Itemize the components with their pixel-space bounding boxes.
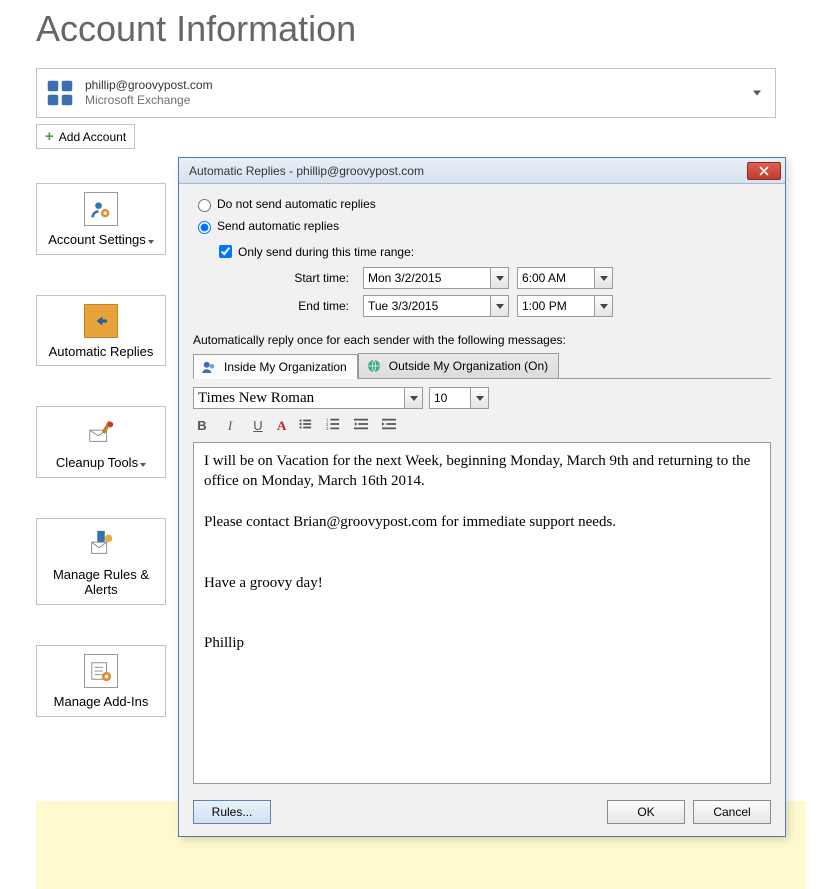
indent-button[interactable] xyxy=(380,417,398,434)
chevron-down-icon[interactable] xyxy=(470,388,488,408)
plus-icon: + xyxy=(45,128,54,145)
end-time-value: 1:00 PM xyxy=(522,299,567,313)
add-account-button[interactable]: + Add Account xyxy=(36,124,135,149)
automatic-replies-label: Automatic Replies xyxy=(41,344,161,360)
cleanup-tools-icon xyxy=(84,415,118,449)
font-name-value: Times New Roman xyxy=(198,390,314,407)
chevron-down-icon[interactable] xyxy=(594,268,612,288)
radio-do-not-send[interactable]: Do not send automatic replies xyxy=(193,196,771,212)
tab-outside-label: Outside My Organization (On) xyxy=(389,359,548,373)
chevron-down-icon xyxy=(148,240,154,244)
manage-addins-button[interactable]: Manage Add-Ins xyxy=(36,645,166,717)
only-range-label: Only send during this time range: xyxy=(238,245,414,259)
start-date-value: Mon 3/2/2015 xyxy=(368,271,441,285)
manage-rules-label: Manage Rules & Alerts xyxy=(41,567,161,598)
globe-icon xyxy=(365,357,383,375)
chevron-down-icon xyxy=(140,463,146,467)
reply-section-label: Automatically reply once for each sender… xyxy=(193,333,771,347)
tab-inside-org[interactable]: Inside My Organization xyxy=(193,354,358,379)
exchange-logo-icon xyxy=(45,78,75,108)
editor-toolbar: Times New Roman 10 B I U A 123 xyxy=(193,387,771,434)
end-time-combo[interactable]: 1:00 PM xyxy=(517,295,613,317)
manage-rules-icon xyxy=(84,527,118,561)
radio-send-input[interactable] xyxy=(198,221,211,234)
radio-do-not-send-input[interactable] xyxy=(198,199,211,212)
tab-inside-label: Inside My Organization xyxy=(224,360,347,374)
font-size-value: 10 xyxy=(434,391,447,405)
rules-button[interactable]: Rules... xyxy=(193,800,271,824)
sidebar: Account Settings Automatic Replies Clean… xyxy=(36,183,166,757)
bullet-list-button[interactable] xyxy=(296,417,314,434)
account-settings-label: Account Settings xyxy=(48,232,146,247)
manage-addins-label: Manage Add-Ins xyxy=(41,694,161,710)
manage-rules-button[interactable]: Manage Rules & Alerts xyxy=(36,518,166,605)
close-icon xyxy=(759,166,769,176)
account-settings-button[interactable]: Account Settings xyxy=(36,183,166,255)
reply-body-editor[interactable]: I will be on Vacation for the next Week,… xyxy=(193,442,771,784)
font-color-button[interactable]: A xyxy=(277,418,286,434)
font-name-combo[interactable]: Times New Roman xyxy=(193,387,423,409)
end-date-value: Tue 3/3/2015 xyxy=(368,299,438,313)
underline-button[interactable]: U xyxy=(249,418,267,433)
account-dropdown[interactable]: phillip@groovypost.com Microsoft Exchang… xyxy=(36,68,776,118)
reply-tabs: Inside My Organization Outside My Organi… xyxy=(193,353,771,379)
only-range-checkbox[interactable] xyxy=(219,245,232,258)
end-time-label: End time: xyxy=(215,299,355,313)
dialog-footer: Rules... OK Cancel xyxy=(179,792,785,836)
start-time-value: 6:00 AM xyxy=(522,271,566,285)
chevron-down-icon[interactable] xyxy=(490,296,508,316)
automatic-replies-dialog: Automatic Replies - phillip@groovypost.c… xyxy=(178,157,786,837)
page-title: Account Information xyxy=(36,8,816,50)
tab-outside-org[interactable]: Outside My Organization (On) xyxy=(358,353,559,378)
chevron-down-icon[interactable] xyxy=(490,268,508,288)
account-type: Microsoft Exchange xyxy=(85,93,213,108)
chevron-down-icon[interactable] xyxy=(594,296,612,316)
cancel-button[interactable]: Cancel xyxy=(693,800,771,824)
account-email: phillip@groovypost.com xyxy=(85,78,213,93)
radio-do-not-send-label: Do not send automatic replies xyxy=(217,197,376,211)
outdent-button[interactable] xyxy=(352,417,370,434)
start-time-label: Start time: xyxy=(215,271,355,285)
chevron-down-icon xyxy=(753,91,761,96)
end-date-combo[interactable]: Tue 3/3/2015 xyxy=(363,295,509,317)
people-icon xyxy=(200,358,218,376)
manage-addins-icon xyxy=(84,654,118,688)
automatic-replies-icon xyxy=(84,304,118,338)
font-size-combo[interactable]: 10 xyxy=(429,387,489,409)
radio-send[interactable]: Send automatic replies xyxy=(193,218,771,234)
only-range-checkbox-row[interactable]: Only send during this time range: xyxy=(215,242,771,261)
cleanup-tools-button[interactable]: Cleanup Tools xyxy=(36,406,166,478)
bold-button[interactable]: B xyxy=(193,418,211,433)
automatic-replies-button[interactable]: Automatic Replies xyxy=(36,295,166,367)
numbered-list-button[interactable]: 123 xyxy=(324,417,342,434)
ok-button[interactable]: OK xyxy=(607,800,685,824)
close-button[interactable] xyxy=(747,162,781,180)
chevron-down-icon[interactable] xyxy=(404,388,422,408)
account-settings-icon xyxy=(84,192,118,226)
add-account-label: Add Account xyxy=(59,130,126,144)
italic-button[interactable]: I xyxy=(221,418,239,434)
svg-text:3: 3 xyxy=(326,426,329,431)
start-date-combo[interactable]: Mon 3/2/2015 xyxy=(363,267,509,289)
radio-send-label: Send automatic replies xyxy=(217,219,339,233)
dialog-titlebar[interactable]: Automatic Replies - phillip@groovypost.c… xyxy=(179,158,785,184)
dialog-title: Automatic Replies - phillip@groovypost.c… xyxy=(189,164,424,178)
start-time-combo[interactable]: 6:00 AM xyxy=(517,267,613,289)
cleanup-tools-label: Cleanup Tools xyxy=(56,455,138,470)
